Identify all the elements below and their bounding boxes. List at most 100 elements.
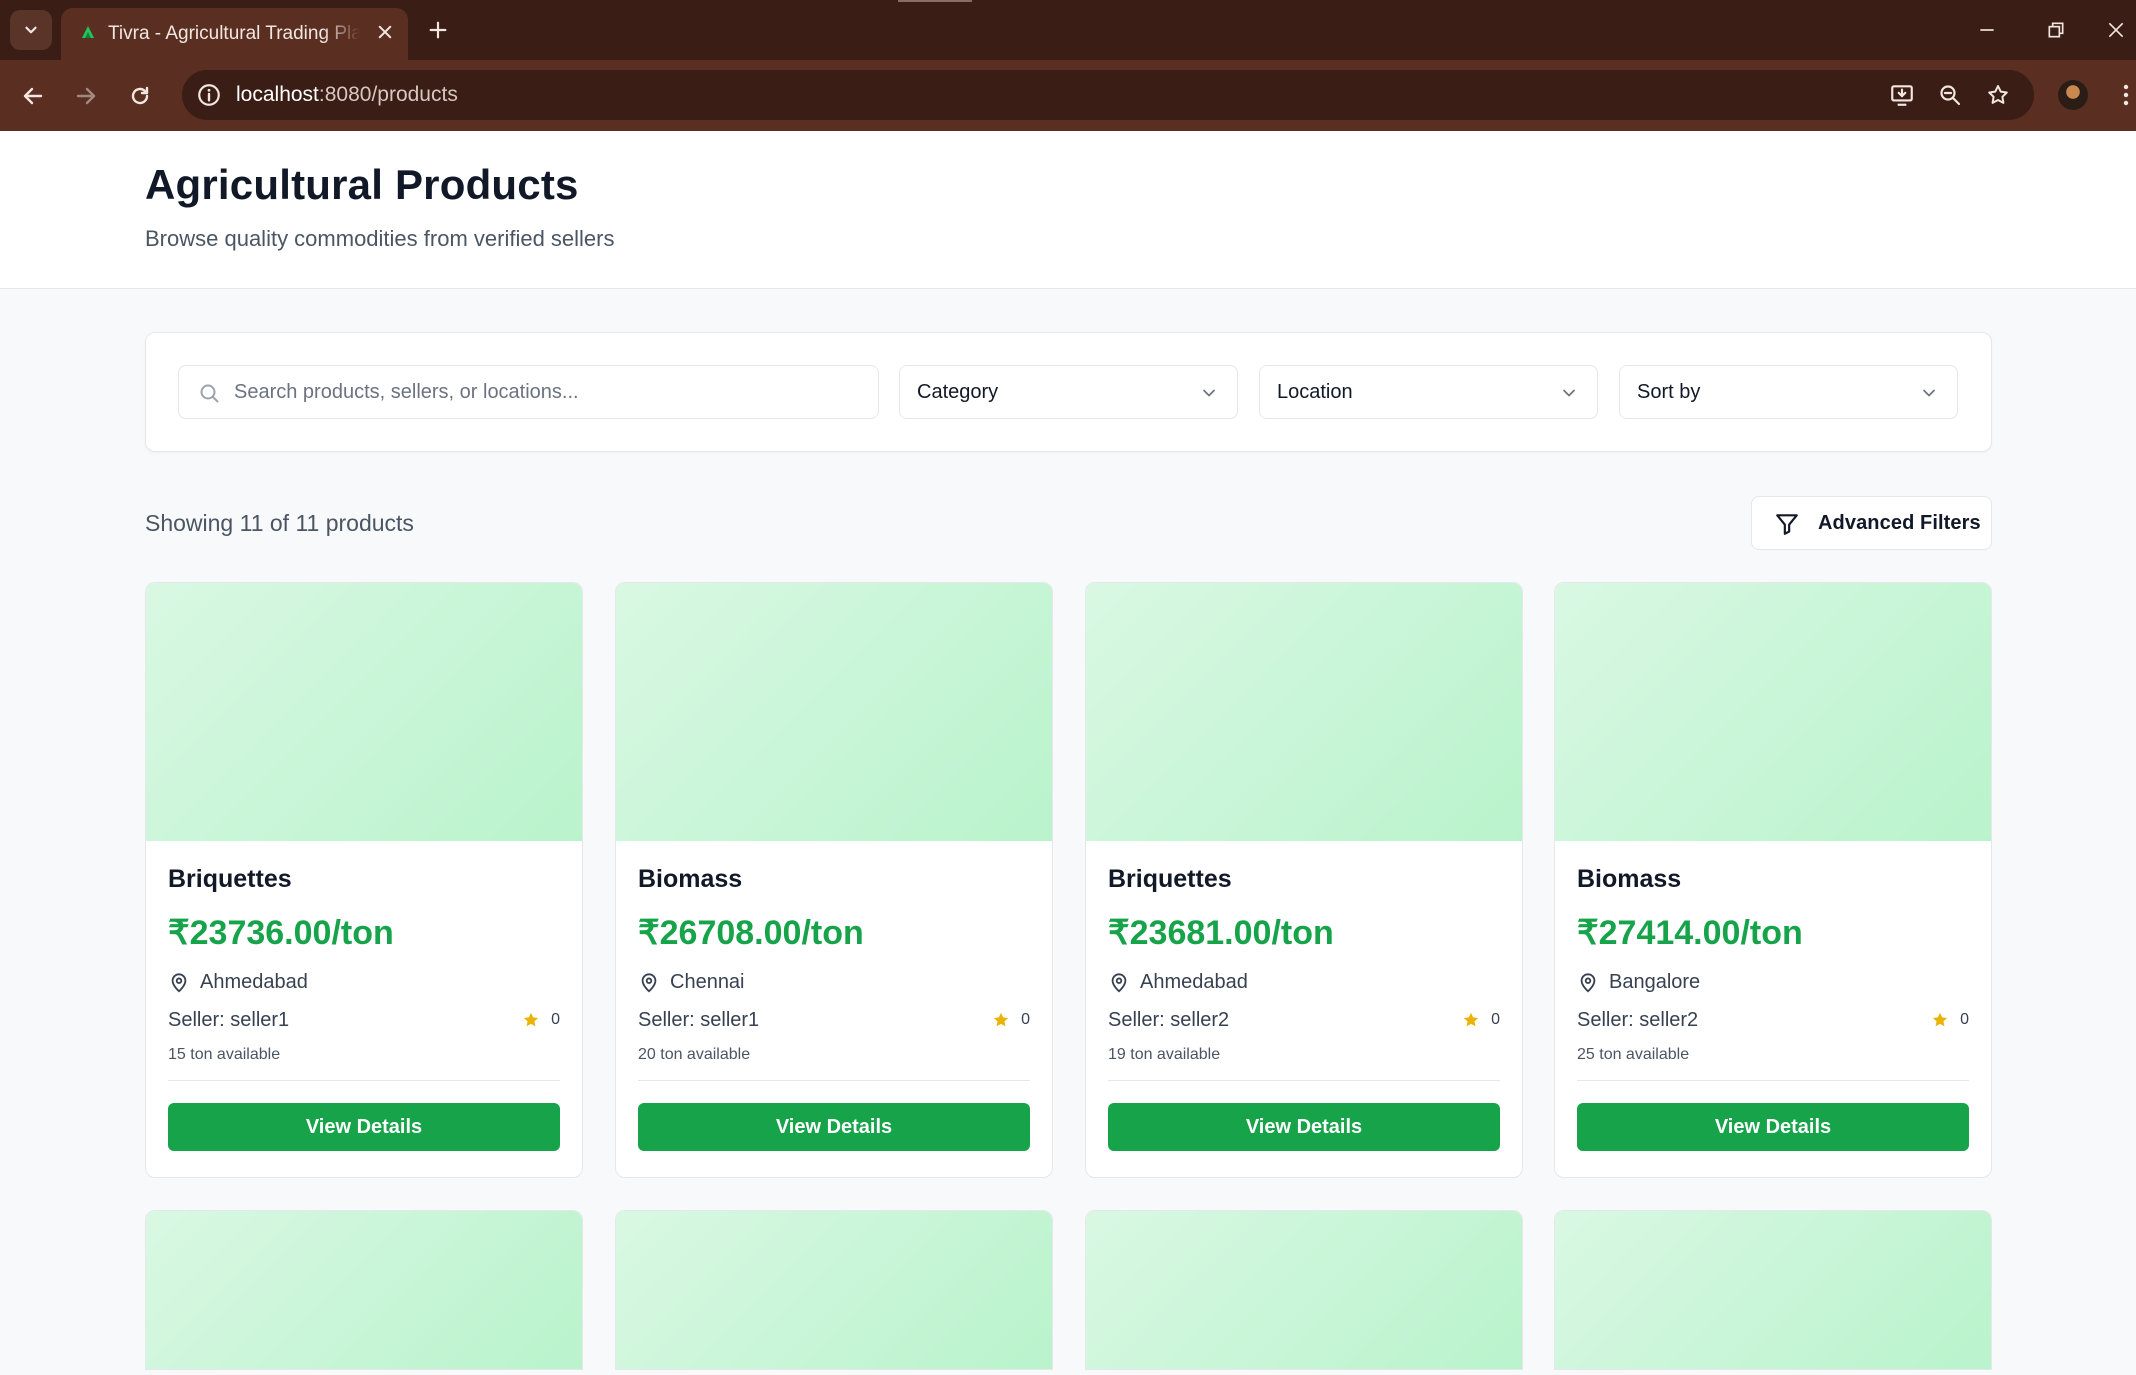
- view-details-button[interactable]: View Details: [168, 1103, 560, 1151]
- product-location: Ahmedabad: [1140, 971, 1248, 993]
- chevron-down-icon: [1923, 389, 1935, 397]
- search-input[interactable]: [234, 366, 864, 418]
- site-info-icon[interactable]: [196, 82, 222, 108]
- map-pin-icon: [641, 973, 657, 993]
- page-title: Agricultural Products: [145, 161, 579, 208]
- restore-button[interactable]: [2026, 10, 2086, 50]
- star-icon: [1932, 1012, 1948, 1027]
- filter-card: Category Location Sort by: [145, 332, 1992, 452]
- category-select[interactable]: Category: [899, 365, 1238, 419]
- minimize-button[interactable]: [1957, 10, 2017, 50]
- card-divider: [638, 1080, 1030, 1081]
- product-image: [616, 583, 1052, 841]
- close-icon: [2108, 22, 2124, 38]
- view-details-button[interactable]: View Details: [1108, 1103, 1500, 1151]
- location-select-label: Location: [1277, 381, 1353, 403]
- product-price: ₹26708.00/ton: [638, 914, 864, 952]
- advanced-filters-label: Advanced Filters: [1818, 512, 1981, 534]
- product-card: [1085, 1210, 1523, 1370]
- url-text: localhost:8080/products: [236, 83, 458, 107]
- chevron-down-icon: [1563, 389, 1575, 397]
- card-divider: [1577, 1080, 1969, 1081]
- search-box[interactable]: [178, 365, 879, 419]
- sort-select[interactable]: Sort by: [1619, 365, 1958, 419]
- product-availability: 20 ton available: [638, 1046, 751, 1063]
- view-details-button[interactable]: View Details: [638, 1103, 1030, 1151]
- product-name: Biomass: [638, 865, 743, 893]
- product-name: Briquettes: [168, 865, 292, 893]
- browser-toolbar: localhost:8080/products: [0, 60, 2136, 131]
- product-price: ₹23736.00/ton: [168, 914, 394, 952]
- close-icon: [378, 25, 392, 39]
- product-image: [146, 583, 582, 841]
- tab-strip-indicator: [898, 0, 972, 2]
- zoom-icon: [1940, 85, 1961, 106]
- page-subtitle: Browse quality commodities from verified…: [145, 226, 615, 251]
- product-image: [1086, 583, 1522, 841]
- map-pin-icon: [1111, 973, 1127, 993]
- address-bar[interactable]: localhost:8080/products: [182, 70, 2034, 120]
- back-button[interactable]: [14, 77, 52, 115]
- product-image: [1086, 1211, 1522, 1369]
- install-app-button[interactable]: [1888, 81, 1916, 109]
- browser-tab[interactable]: Tivra - Agricultural Trading Platform: [61, 8, 408, 60]
- profile-avatar[interactable]: [2058, 80, 2088, 110]
- map-pin-icon: [1580, 973, 1596, 993]
- browser-menu-button[interactable]: [2116, 80, 2136, 110]
- product-rating: 0: [551, 1011, 560, 1028]
- page-header: Agricultural Products Browse quality com…: [0, 131, 2136, 289]
- star-icon: [993, 1012, 1009, 1027]
- more-vertical-icon: [2123, 84, 2129, 106]
- product-rating: 0: [1021, 1011, 1030, 1028]
- arrow-right-icon: [76, 87, 96, 105]
- product-card: [615, 1210, 1053, 1370]
- star-icon: [523, 1012, 539, 1027]
- tab-search-button[interactable]: [10, 10, 52, 50]
- product-card: [1554, 1210, 1992, 1370]
- map-pin-icon: [171, 973, 187, 993]
- star-outline-icon: [1988, 85, 2008, 104]
- product-image: [1555, 1211, 1991, 1369]
- product-image: [146, 1211, 582, 1369]
- chevron-down-icon: [1203, 389, 1215, 397]
- product-seller: Seller: seller2: [1108, 1009, 1230, 1031]
- favicon-icon: [82, 26, 94, 38]
- bookmark-button[interactable]: [1984, 81, 2012, 109]
- product-card: Biomass ₹27414.00/ton Bangalore Seller: …: [1554, 582, 1992, 1178]
- product-rating: 0: [1960, 1011, 1969, 1028]
- new-tab-button[interactable]: [420, 12, 456, 48]
- results-count: Showing 11 of 11 products: [145, 510, 414, 536]
- plus-icon: [429, 21, 447, 39]
- product-seller: Seller: seller1: [638, 1009, 760, 1031]
- advanced-filters-button[interactable]: Advanced Filters: [1751, 496, 1992, 550]
- product-location: Chennai: [670, 971, 745, 993]
- location-select[interactable]: Location: [1259, 365, 1598, 419]
- category-select-label: Category: [917, 381, 999, 403]
- reload-icon: [131, 86, 149, 105]
- product-availability: 19 ton available: [1108, 1046, 1221, 1063]
- browser-tab-bar: Tivra - Agricultural Trading Platform: [0, 0, 2136, 60]
- product-price: ₹23681.00/ton: [1108, 914, 1334, 952]
- close-window-button[interactable]: [2096, 10, 2136, 50]
- product-price: ₹27414.00/ton: [1577, 914, 1803, 952]
- product-location: Ahmedabad: [200, 971, 308, 993]
- url-host: localhost: [236, 83, 319, 106]
- product-card: [145, 1210, 583, 1370]
- url-path: :8080/products: [318, 83, 458, 106]
- product-seller: Seller: seller2: [1577, 1009, 1699, 1031]
- zoom-button[interactable]: [1936, 81, 1964, 109]
- product-rating: 0: [1491, 1011, 1500, 1028]
- product-location: Bangalore: [1609, 971, 1701, 993]
- view-details-button[interactable]: View Details: [1577, 1103, 1969, 1151]
- tab-close-button[interactable]: [371, 18, 399, 46]
- product-card: Briquettes ₹23681.00/ton Ahmedabad Selle…: [1085, 582, 1523, 1178]
- product-name: Briquettes: [1108, 865, 1232, 893]
- forward-button[interactable]: [67, 77, 105, 115]
- product-card: Briquettes ₹23736.00/ton Ahmedabad Selle…: [145, 582, 583, 1178]
- product-seller: Seller: seller1: [168, 1009, 290, 1031]
- product-image: [1555, 583, 1991, 841]
- reload-button[interactable]: [121, 77, 159, 115]
- sort-select-label: Sort by: [1637, 381, 1701, 403]
- tab-title: Tivra - Agricultural Trading Platform: [108, 23, 360, 44]
- install-icon: [1891, 85, 1913, 106]
